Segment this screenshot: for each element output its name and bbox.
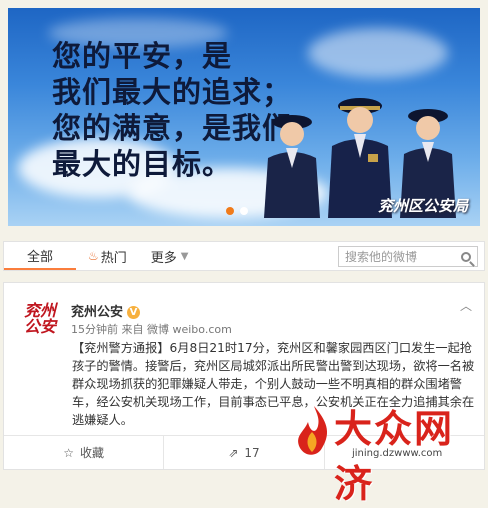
banner-caption: 兖州区公安局 xyxy=(377,197,468,215)
flame-logo-icon xyxy=(298,406,328,455)
post-menu-chevron-icon[interactable]: ︿ xyxy=(460,297,472,314)
favorite-label: 收藏 xyxy=(80,446,105,460)
repost-count: 17 xyxy=(244,445,260,460)
favorite-button[interactable]: ☆ 收藏 xyxy=(4,436,163,469)
tab-all[interactable]: 全部 xyxy=(4,242,76,270)
site-watermark: 大众网济 jining.dzwww.com xyxy=(290,396,486,506)
post-author[interactable]: 兖州公安 V xyxy=(71,301,141,320)
carousel-dot-2[interactable] xyxy=(240,207,248,215)
chevron-down-icon: ▼ xyxy=(180,250,189,262)
avatar[interactable]: 兖州 公安 xyxy=(18,297,62,341)
profile-tab-bar: 全部 ♨ 热门 更多 ▼ 搜索他的微博 xyxy=(3,241,485,271)
watermark-url: jining.dzwww.com xyxy=(352,448,443,459)
post-meta: 15分钟前 来自 微博 weibo.com xyxy=(71,323,232,336)
star-icon: ☆ xyxy=(63,445,75,460)
tab-more[interactable]: 更多 ▼ xyxy=(139,242,201,270)
flame-icon: ♨ xyxy=(88,249,99,263)
repost-icon: ⇗ xyxy=(228,445,239,460)
tab-more-label: 更多 xyxy=(150,250,177,266)
search-input[interactable]: 搜索他的微博 xyxy=(338,246,478,267)
tab-hot-label: 热门 xyxy=(100,250,127,266)
avatar-text-line-2: 公安 xyxy=(23,317,56,336)
carousel-dots[interactable] xyxy=(226,207,248,215)
author-name[interactable]: 兖州公安 xyxy=(71,305,123,320)
hero-banner[interactable]: 您的平安，是 我们最大的追求； 您的满意，是我们 最大的目标。 兖州区公安局 xyxy=(8,8,480,226)
carousel-dot-1[interactable] xyxy=(226,207,234,215)
slogan-line-1: 您的平安，是 xyxy=(52,39,233,73)
tab-hot[interactable]: ♨ 热门 xyxy=(76,242,139,270)
search-icon[interactable] xyxy=(461,251,471,262)
tab-all-label: 全部 xyxy=(26,249,53,265)
verified-badge-icon: V xyxy=(127,306,141,319)
search-placeholder: 搜索他的微博 xyxy=(345,250,418,264)
